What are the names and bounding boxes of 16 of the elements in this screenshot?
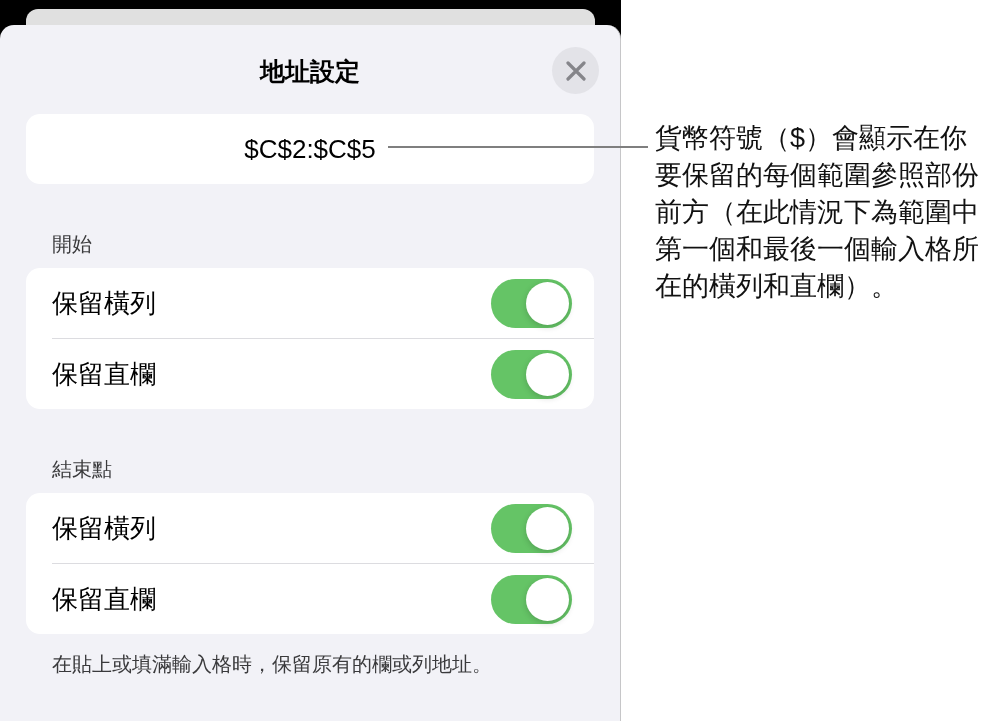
section-header: 開始 [52, 232, 93, 256]
footnote-text: 在貼上或填滿輸入格時，保留原有的欄或列地址。 [52, 652, 493, 676]
row-label: 保留直欄 [52, 583, 156, 615]
toggle-switch[interactable] [491, 574, 572, 624]
close-icon [565, 60, 586, 81]
row-label: 保留橫列 [52, 512, 156, 544]
sheet-title: 地址設定 [260, 55, 360, 86]
close-button[interactable] [552, 47, 599, 94]
row-label: 保留橫列 [52, 287, 156, 319]
row-label: 保留直欄 [52, 358, 156, 390]
toggle-switch[interactable] [491, 503, 572, 553]
toggle-switch[interactable] [491, 349, 572, 399]
callout-text: 貨幣符號（$）會顯示在你要保留的每個範圍參照部份前方（在此情況下為範圍中第一個和最後一個輸入格所在的橫列和直欄）。 [655, 122, 980, 303]
cell-reference: $C$2:$C$5 [244, 133, 376, 165]
section-header: 結束點 [52, 457, 113, 481]
toggle-switch[interactable] [491, 278, 572, 328]
